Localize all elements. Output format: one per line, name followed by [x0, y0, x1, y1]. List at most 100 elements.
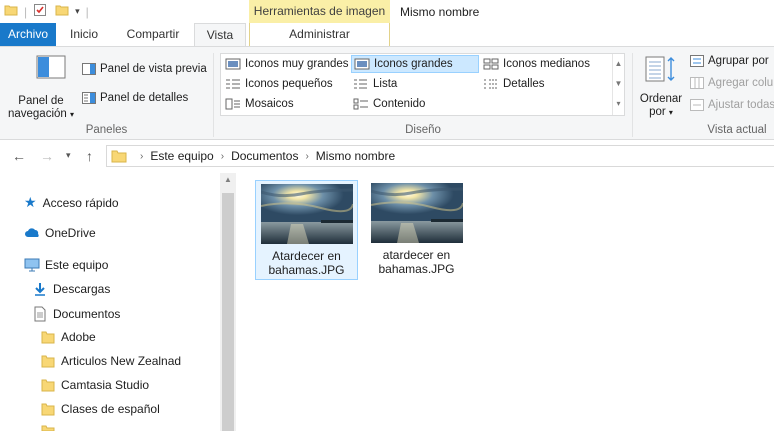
context-tab-group-label: Herramientas de imagen — [249, 0, 390, 23]
file-item[interactable]: atardecer en bahamas.JPG — [366, 180, 469, 280]
toolbar-divider: | — [24, 4, 28, 19]
details-icon — [484, 79, 498, 89]
size-columns-label: Ajustar todas — [708, 99, 774, 111]
sidebar-scrollbar[interactable]: ▲ — [220, 173, 236, 431]
small-icons-icon — [226, 79, 240, 89]
sort-by-label-1: Ordenar — [639, 93, 683, 105]
navigation-pane: ★ Acceso rápido OneDrive Este equipo Des… — [0, 173, 236, 431]
forward-arrow-icon[interactable]: → — [40, 148, 54, 164]
sidebar-item-quick-access[interactable]: ★ Acceso rápido — [24, 194, 119, 211]
layout-expand-icon[interactable]: ▾ — [613, 94, 624, 114]
recent-locations-chevron-icon[interactable]: ▾ — [66, 150, 71, 161]
sidebar-item-folder[interactable]: Clases de español — [41, 402, 160, 416]
tab-manage[interactable]: Administrar — [249, 23, 390, 46]
sort-by-icon — [645, 56, 675, 82]
group-by-icon — [690, 55, 704, 67]
address-bar[interactable]: › Este equipo › Documentos › Mismo nombr… — [106, 145, 774, 167]
title-bar: | ▾ | Herramientas de imagen Mismo nombr… — [0, 0, 774, 23]
image-thumbnail — [261, 184, 353, 244]
sidebar-item-label: Este equipo — [45, 258, 109, 272]
layout-gallery-scroll[interactable]: ▲ ▼ ▾ — [612, 54, 624, 115]
breadcrumb-documents[interactable]: Documentos — [231, 149, 298, 163]
ribbon: Panel de navegación ▾ Panel de vista pre… — [0, 46, 774, 140]
folder-icon — [41, 403, 55, 416]
add-columns-button[interactable]: Agregar colu — [690, 77, 773, 89]
layout-extra-large-icons-label: Iconos muy grandes — [245, 58, 349, 70]
medium-icons-icon — [483, 58, 499, 70]
preview-pane-label: Panel de vista previa — [100, 63, 207, 75]
preview-pane-button[interactable]: Panel de vista previa — [82, 63, 207, 75]
layout-small-icons[interactable]: Iconos pequeños — [223, 75, 351, 93]
list-icon — [354, 79, 367, 89]
sidebar-item-label: Descargas — [53, 282, 111, 296]
navigation-pane-label-1: Panel de — [18, 95, 64, 107]
size-columns-icon — [690, 99, 704, 111]
layout-list-label: Lista — [373, 78, 398, 90]
document-icon — [34, 306, 46, 322]
sidebar-item-folder[interactable]: Adobe — [41, 330, 96, 344]
layout-scroll-down-icon[interactable]: ▼ — [613, 74, 624, 94]
scrollbar-thumb[interactable] — [222, 193, 234, 431]
breadcrumb-this-pc[interactable]: Este equipo — [150, 149, 213, 163]
layout-content[interactable]: Contenido — [351, 95, 479, 113]
sidebar-item-label: Articulos New Zealnad — [61, 354, 182, 368]
layout-medium-icons[interactable]: Iconos medianos — [481, 55, 611, 73]
layout-details[interactable]: Detalles — [481, 75, 611, 93]
file-name: atardecer en bahamas.JPG — [378, 248, 455, 276]
image-thumbnail — [371, 183, 463, 243]
folder-icon — [41, 355, 55, 368]
breadcrumb-separator[interactable]: › — [221, 151, 224, 162]
breadcrumb-separator[interactable]: › — [305, 151, 308, 162]
folder-icon[interactable] — [4, 3, 18, 20]
layout-extra-large-icons[interactable]: Iconos muy grandes — [223, 55, 351, 73]
panes-group-label: Paneles — [85, 124, 128, 136]
layout-tiles[interactable]: Mosaicos — [223, 95, 351, 113]
star-icon: ★ — [24, 194, 37, 210]
file-view: Atardecer en bahamas.JPG atardecer en ba… — [236, 173, 774, 431]
details-pane-button[interactable]: Panel de detalles — [82, 92, 188, 104]
preview-pane-icon — [82, 63, 96, 75]
breadcrumb-separator[interactable]: › — [140, 151, 143, 162]
new-folder-icon[interactable] — [55, 3, 69, 20]
folder-icon — [41, 425, 55, 431]
sort-by-button[interactable]: Ordenar por ▾ — [636, 55, 686, 119]
layout-details-label: Detalles — [503, 78, 545, 90]
tab-file[interactable]: Archivo — [0, 23, 56, 46]
navigation-pane-button[interactable]: Panel de navegación ▾ — [6, 55, 76, 121]
group-by-button[interactable]: Agrupar por — [690, 55, 769, 67]
download-arrow-icon — [35, 283, 45, 296]
layout-group-label: Diseño — [405, 124, 441, 136]
tab-share[interactable]: Compartir — [114, 23, 192, 46]
computer-icon — [24, 258, 40, 272]
file-name: Atardecer en bahamas.JPG — [268, 249, 345, 277]
layout-scroll-up-icon[interactable]: ▲ — [613, 54, 624, 74]
details-pane-icon — [82, 92, 96, 104]
breadcrumb-current-folder[interactable]: Mismo nombre — [316, 149, 395, 163]
sidebar-item-label: Documentos — [53, 307, 121, 321]
sidebar-item-folder-partial[interactable] — [41, 425, 55, 431]
size-columns-button[interactable]: Ajustar todas — [690, 99, 774, 111]
up-arrow-icon[interactable]: ↑ — [86, 148, 93, 164]
sidebar-item-this-pc[interactable]: Este equipo — [24, 258, 108, 272]
scroll-up-icon[interactable]: ▲ — [220, 175, 236, 184]
back-arrow-icon[interactable]: ← — [12, 148, 26, 164]
content-icon — [353, 98, 368, 110]
sidebar-item-onedrive[interactable]: OneDrive — [24, 226, 96, 240]
sidebar-item-label: Camtasia Studio — [61, 378, 150, 392]
tiles-icon — [225, 98, 240, 110]
tab-view[interactable]: Vista — [194, 23, 246, 47]
customize-toolbar-icon[interactable]: ▾ — [75, 6, 80, 17]
tab-home[interactable]: Inicio — [58, 23, 110, 46]
layout-large-icons[interactable]: Iconos grandes — [351, 55, 479, 73]
properties-icon[interactable] — [33, 3, 47, 20]
sidebar-item-downloads[interactable]: Descargas — [33, 282, 110, 296]
layout-content-label: Contenido — [373, 98, 426, 110]
sidebar-item-folder[interactable]: Camtasia Studio — [41, 378, 149, 392]
sidebar-item-folder[interactable]: Articulos New Zealnad — [41, 354, 181, 368]
layout-list[interactable]: Lista — [351, 75, 479, 93]
file-item[interactable]: Atardecer en bahamas.JPG — [255, 180, 358, 280]
window-title: Mismo nombre — [400, 5, 480, 19]
large-icons-icon — [354, 58, 370, 70]
sidebar-item-documents[interactable]: Documentos — [33, 306, 120, 322]
folder-icon — [41, 379, 55, 392]
